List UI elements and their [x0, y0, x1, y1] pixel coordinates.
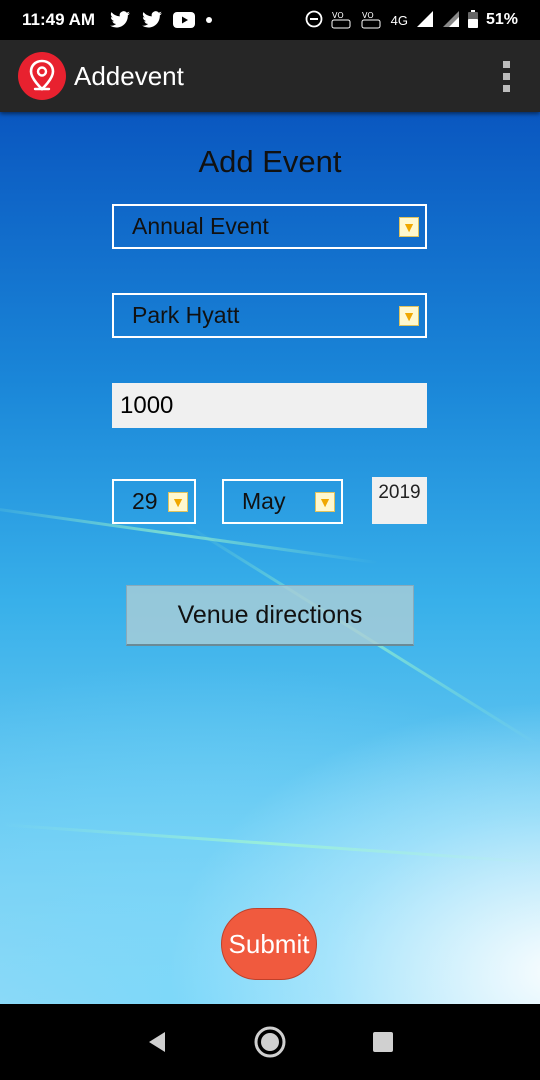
day-value: 29 — [132, 488, 158, 514]
event-type-spinner[interactable]: Annual Event ▼ — [112, 204, 427, 249]
month-value: May — [242, 488, 286, 514]
volte-icon: VO — [361, 9, 383, 32]
event-type-value: Annual Event — [132, 213, 269, 239]
dropdown-arrow-icon: ▼ — [168, 491, 188, 512]
status-right: VO VO 4G 51% — [305, 9, 518, 32]
submit-button[interactable]: Submit — [221, 908, 317, 980]
year-field[interactable]: 2019 — [372, 477, 427, 524]
home-icon[interactable] — [250, 1022, 290, 1062]
content-area: Add Event Annual Event ▼ Park Hyatt ▼ 10… — [0, 112, 540, 1004]
venue-directions-button[interactable]: Venue directions — [126, 585, 414, 646]
battery-percent: 51% — [485, 11, 518, 28]
dot-icon — [205, 16, 213, 24]
svg-text:VO: VO — [332, 11, 344, 20]
back-icon[interactable] — [137, 1022, 177, 1062]
signal-icon — [442, 10, 460, 30]
navigation-bar — [0, 1004, 540, 1080]
volte-icon: VO — [331, 9, 353, 32]
signal-icon — [416, 10, 434, 30]
month-spinner[interactable]: May ▼ — [222, 479, 343, 524]
day-spinner[interactable]: 29 ▼ — [112, 479, 196, 524]
venue-spinner[interactable]: Park Hyatt ▼ — [112, 293, 427, 338]
location-pin-icon — [18, 52, 66, 100]
status-time: 11:49 AM — [22, 10, 96, 29]
page-title: Add Event — [198, 144, 342, 179]
background-streak — [0, 823, 540, 864]
network-type: 4G — [390, 12, 408, 28]
battery-icon — [467, 9, 478, 31]
dropdown-arrow-icon: ▼ — [315, 491, 335, 512]
venue-value: Park Hyatt — [132, 302, 240, 328]
app-title: Addevent — [74, 60, 184, 91]
recents-icon[interactable] — [363, 1022, 403, 1062]
twitter-icon — [141, 11, 163, 29]
amount-input[interactable]: 1000 — [112, 383, 427, 428]
app-bar: Addevent — [0, 40, 540, 112]
svg-text:VO: VO — [362, 11, 374, 20]
dnd-icon — [305, 10, 323, 31]
dropdown-arrow-icon: ▼ — [399, 216, 419, 237]
dropdown-arrow-icon: ▼ — [399, 305, 419, 326]
twitter-icon — [109, 11, 131, 29]
youtube-icon — [173, 12, 196, 28]
overflow-menu-icon[interactable] — [484, 46, 528, 106]
status-bar: 11:49 AM VO VO 4G 51% — [0, 0, 540, 40]
